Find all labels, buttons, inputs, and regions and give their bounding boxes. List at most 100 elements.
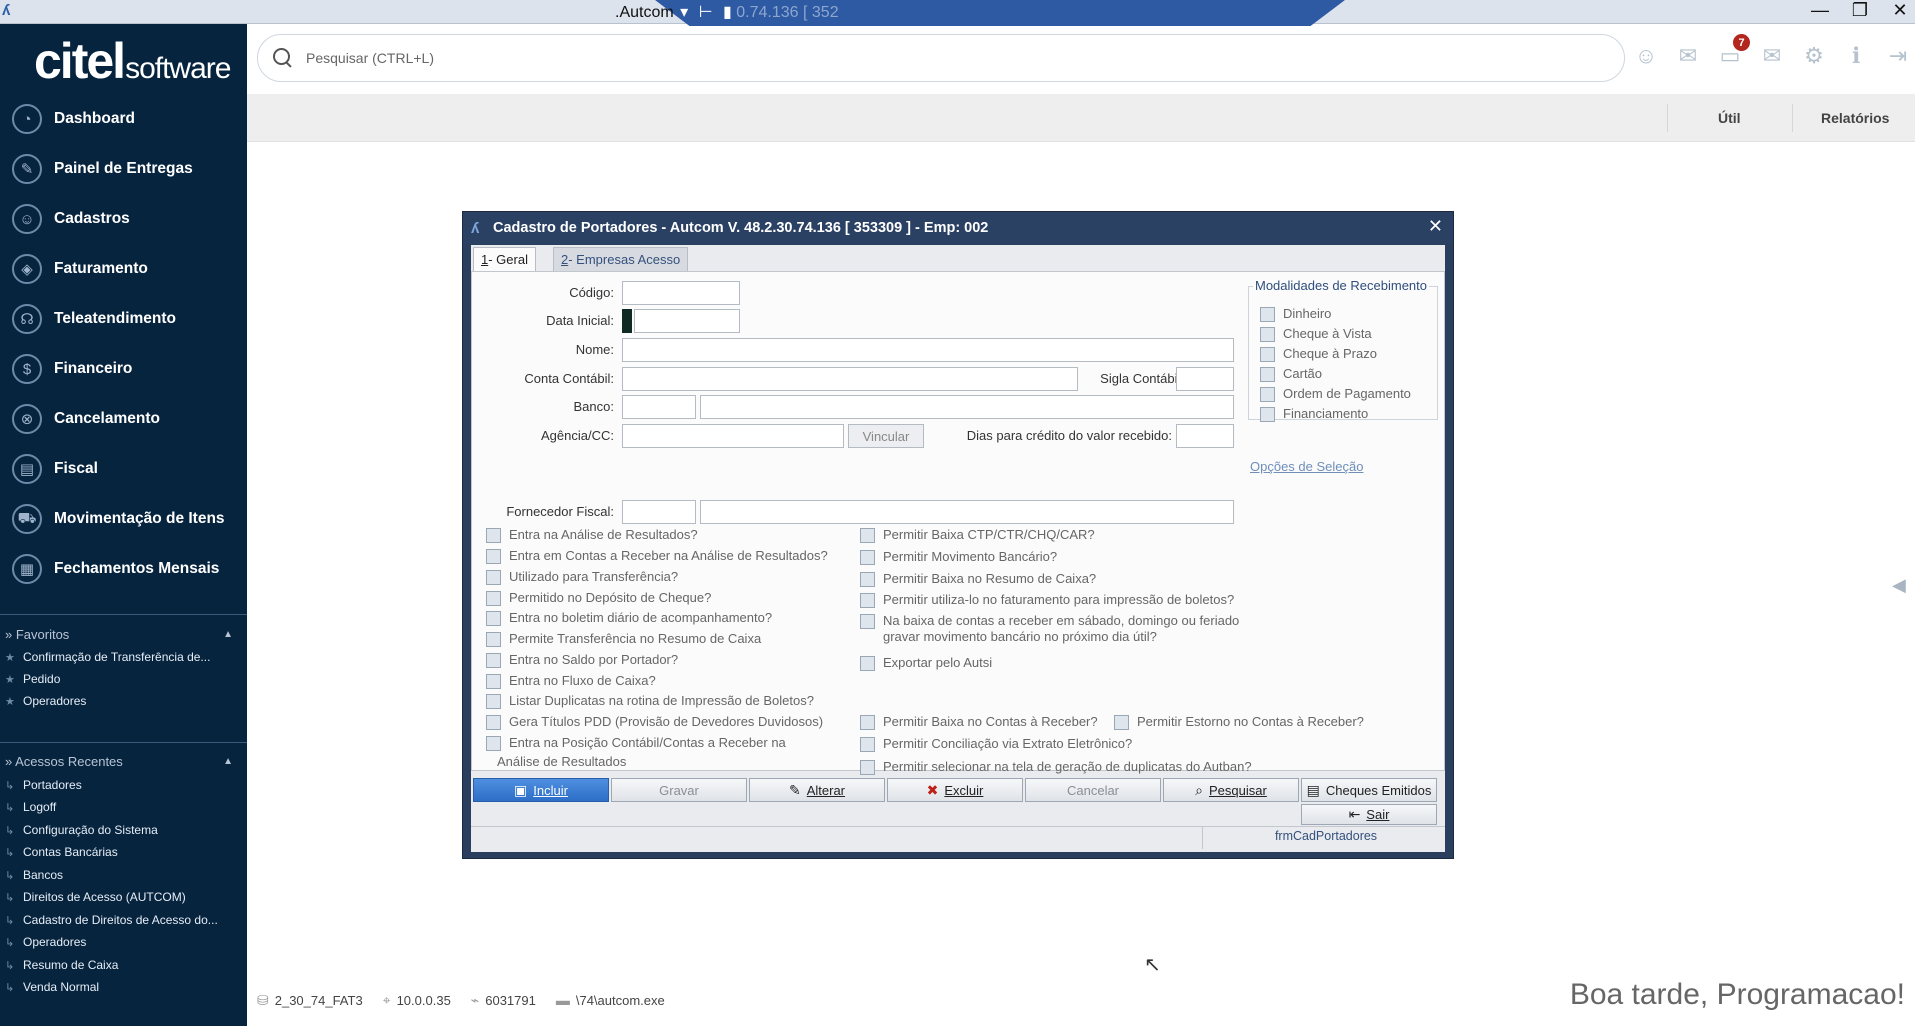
- checkbox-box[interactable]: [1260, 367, 1275, 382]
- favorites-header[interactable]: » Favoritos ▲: [0, 623, 247, 645]
- checkbox-box[interactable]: [486, 528, 501, 543]
- pesquisar-button[interactable]: ⌕ Pesquisar: [1163, 778, 1299, 802]
- sidebar-item-dashboard[interactable]: ◔ Dashboard: [0, 94, 247, 144]
- tab-empresas-acesso[interactable]: 2 - Empresas Acesso: [553, 247, 689, 271]
- checkbox-box[interactable]: [860, 550, 875, 565]
- sidebar-item-financeiro[interactable]: $ Financeiro: [0, 344, 247, 394]
- listar-duplicatas-checkbox[interactable]: Listar Duplicatas na rotina de Impressão…: [486, 693, 814, 709]
- sidebar-item-fiscal[interactable]: ▤ Fiscal: [0, 444, 247, 494]
- modalidade-dinheiro-checkbox[interactable]: Dinheiro: [1260, 306, 1331, 322]
- checkbox-box[interactable]: [860, 715, 875, 730]
- baixa-fim-semana-checkbox[interactable]: Na baixa de contas a receber em sábado, …: [860, 613, 1239, 644]
- checkbox-box[interactable]: [860, 656, 875, 671]
- posicao-contabil-checkbox[interactable]: Entra na Posição Contábil/Contas a Receb…: [486, 735, 786, 769]
- checkbox-box[interactable]: [860, 528, 875, 543]
- favorite-item[interactable]: ★ Operadores: [0, 690, 247, 712]
- pin-icon[interactable]: ⊢: [699, 4, 713, 21]
- collapse-icon[interactable]: ▲: [223, 756, 233, 767]
- restore-button[interactable]: ❐: [1851, 0, 1869, 21]
- collapse-panel-icon[interactable]: ◀: [1892, 575, 1906, 596]
- util-menu[interactable]: Útil: [1718, 94, 1741, 142]
- recent-item[interactable]: ↳ Resumo de Caixa: [0, 954, 247, 976]
- analise-resultados-checkbox[interactable]: Entra na Análise de Resultados?: [486, 527, 698, 543]
- recent-item[interactable]: ↳ Configuração do Sistema: [0, 819, 247, 841]
- checkbox-box[interactable]: [1114, 715, 1129, 730]
- codigo-field[interactable]: [622, 281, 740, 305]
- fornecedor-code-field[interactable]: [622, 500, 696, 524]
- recent-item[interactable]: ↳ Contas Bancárias: [0, 841, 247, 863]
- gravar-button[interactable]: Gravar: [611, 778, 747, 802]
- checkbox-box[interactable]: [1260, 347, 1275, 362]
- checkbox-box[interactable]: [486, 570, 501, 585]
- modalidade-financiamento-checkbox[interactable]: Financiamento: [1260, 406, 1368, 422]
- transferencia-checkbox[interactable]: Utilizado para Transferência?: [486, 569, 678, 585]
- brand-logo[interactable]: citel software: [34, 32, 231, 92]
- checkbox-box[interactable]: [486, 549, 501, 564]
- modalidade-ordem-pagamento-checkbox[interactable]: Ordem de Pagamento: [1260, 386, 1411, 402]
- checkbox-box[interactable]: [860, 572, 875, 587]
- checkbox-box[interactable]: [486, 591, 501, 606]
- deposito-cheque-checkbox[interactable]: Permitido no Depósito de Cheque?: [486, 590, 711, 606]
- recent-item[interactable]: ↳ Operadores: [0, 931, 247, 953]
- modalidade-cheque-prazo-checkbox[interactable]: Cheque à Prazo: [1260, 346, 1377, 362]
- recent-item[interactable]: ↳ Direitos de Acesso (AUTCOM): [0, 886, 247, 908]
- modalidade-cartao-checkbox[interactable]: Cartão: [1260, 366, 1322, 382]
- banco-name-field[interactable]: [700, 395, 1234, 419]
- sidebar-item-cadastros[interactable]: ☺ Cadastros: [0, 194, 247, 244]
- sair-button[interactable]: ⇤ Sair: [1301, 804, 1437, 825]
- sidebar-item-cancelamento[interactable]: ⊗ Cancelamento: [0, 394, 247, 444]
- checkbox-box[interactable]: [486, 611, 501, 626]
- sigla-contabil-field[interactable]: [1176, 367, 1234, 391]
- search-input[interactable]: [306, 50, 1206, 66]
- checkbox-box[interactable]: [860, 593, 875, 608]
- dropdown-icon[interactable]: ▾: [680, 4, 688, 21]
- opcoes-selecao-link[interactable]: Opções de Seleção: [1250, 459, 1363, 474]
- conciliacao-extrato-checkbox[interactable]: Permitir Conciliação via Extrato Eletrôn…: [860, 736, 1132, 752]
- checkbox-box[interactable]: [1260, 407, 1275, 422]
- info-icon[interactable]: ℹ: [1842, 42, 1870, 70]
- checkbox-box[interactable]: [1260, 307, 1275, 322]
- sidebar-item-painel-entregas[interactable]: ✎ Painel de Entregas: [0, 144, 247, 194]
- close-window-button[interactable]: ✕: [1891, 0, 1909, 21]
- minimize-button[interactable]: —: [1811, 0, 1829, 21]
- baixa-contas-receber-checkbox[interactable]: Permitir Baixa no Contas à Receber?: [860, 714, 1098, 730]
- mail-open-icon[interactable]: ✉: [1674, 42, 1702, 70]
- fornecedor-name-field[interactable]: [700, 500, 1234, 524]
- dialog-titlebar[interactable]: ʎ Cadastro de Portadores - Autcom V. 48.…: [463, 212, 1453, 244]
- vincular-button[interactable]: Vincular: [848, 424, 924, 448]
- exportar-autsi-checkbox[interactable]: Exportar pelo Autsi: [860, 655, 992, 671]
- checkbox-box[interactable]: [486, 653, 501, 668]
- sidebar-item-faturamento[interactable]: ◈ Faturamento: [0, 244, 247, 294]
- baixa-ctp-checkbox[interactable]: Permitir Baixa CTP/CTR/CHQ/CAR?: [860, 527, 1095, 543]
- duplicatas-autban-checkbox[interactable]: Permitir selecionar na tela de geração d…: [860, 759, 1252, 775]
- checkbox-box[interactable]: [486, 715, 501, 730]
- reports-menu[interactable]: Relatórios: [1821, 94, 1889, 142]
- logout-icon[interactable]: ⇥: [1884, 42, 1912, 70]
- recent-item[interactable]: ↳ Logoff: [0, 796, 247, 818]
- mail-icon[interactable]: ✉: [1758, 42, 1786, 70]
- conta-contabil-field[interactable]: [622, 367, 1078, 391]
- sidebar-item-fechamentos-mensais[interactable]: ▦ Fechamentos Mensais: [0, 544, 247, 594]
- checkbox-box[interactable]: [486, 674, 501, 689]
- recent-item[interactable]: ↳ Bancos: [0, 864, 247, 886]
- close-icon[interactable]: ✕: [1428, 216, 1443, 237]
- checkbox-box[interactable]: [1260, 327, 1275, 342]
- recent-item[interactable]: ↳ Cadastro de Direitos de Acesso do...: [0, 909, 247, 931]
- boletim-diario-checkbox[interactable]: Entra no boletim diário de acompanhament…: [486, 610, 772, 626]
- checkbox-box[interactable]: [1260, 387, 1275, 402]
- estorno-contas-receber-checkbox[interactable]: Permitir Estorno no Contas à Receber?: [1114, 714, 1364, 730]
- chat-icon[interactable]: ▭ 7: [1716, 34, 1750, 70]
- fluxo-caixa-checkbox[interactable]: Entra no Fluxo de Caixa?: [486, 673, 656, 689]
- cancelar-button[interactable]: Cancelar: [1025, 778, 1161, 802]
- tab-geral[interactable]: 1 - Geral: [473, 247, 536, 271]
- titulos-pdd-checkbox[interactable]: Gera Títulos PDD (Provisão de Devedores …: [486, 714, 823, 730]
- favorite-item[interactable]: ★ Pedido: [0, 668, 247, 690]
- dias-credito-field[interactable]: [1176, 424, 1234, 448]
- collapse-icon[interactable]: ▲: [223, 629, 233, 640]
- checkbox-box[interactable]: [486, 736, 501, 751]
- nome-field[interactable]: [622, 338, 1234, 362]
- recent-item[interactable]: ↳ Portadores: [0, 774, 247, 796]
- transferencia-resumo-caixa-checkbox[interactable]: Permite Transferência no Resumo de Caixa: [486, 631, 761, 647]
- contas-receber-analise-checkbox[interactable]: Entra em Contas a Receber na Análise de …: [486, 548, 828, 564]
- recent-item[interactable]: ↳ Venda Normal: [0, 976, 247, 998]
